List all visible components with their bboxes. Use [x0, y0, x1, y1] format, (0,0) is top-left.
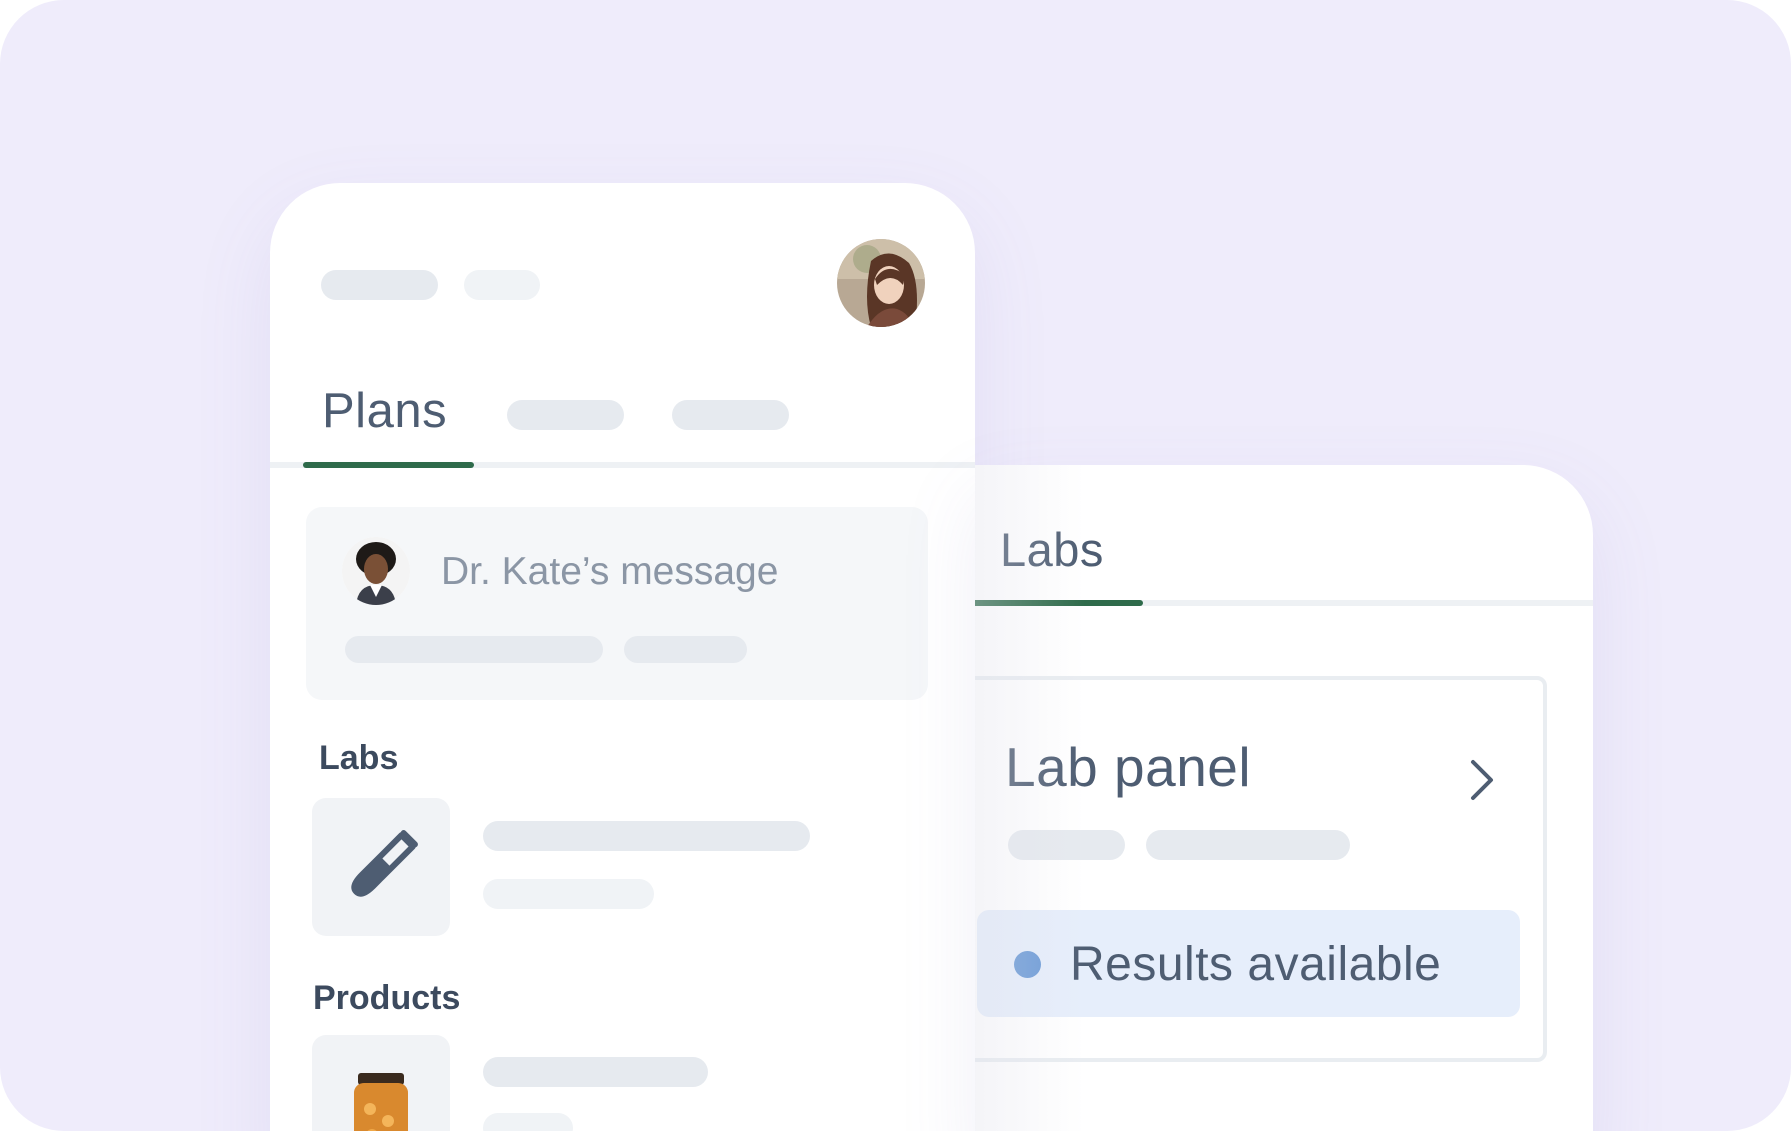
doctor-avatar: [342, 537, 410, 605]
lab-panel-title: Lab panel: [1005, 736, 1252, 798]
product-item-title-placeholder: [483, 1057, 708, 1087]
user-avatar[interactable]: [837, 239, 925, 327]
plans-screen: Plans Dr. Kate’s message Labs Products: [270, 183, 975, 1131]
tab-placeholder[interactable]: [507, 400, 624, 430]
lab-item-tile[interactable]: [312, 798, 450, 936]
message-line-placeholder: [345, 636, 603, 663]
lab-panel-meta-placeholder: [1008, 830, 1125, 860]
test-tube-icon: [351, 830, 418, 897]
user-avatar-photo: [837, 239, 925, 327]
product-item-subtitle-placeholder: [483, 1113, 573, 1131]
results-status-badge: Results available: [977, 910, 1520, 1017]
tab-labs[interactable]: Labs: [1000, 522, 1104, 577]
message-line-placeholder: [624, 636, 747, 663]
supplement-bottle-icon: [354, 1073, 408, 1131]
product-item-tile[interactable]: [312, 1035, 450, 1131]
tab-plans[interactable]: Plans: [322, 383, 447, 439]
lab-panel-meta-placeholder: [1146, 830, 1350, 860]
lab-item-subtitle-placeholder: [483, 879, 654, 909]
lab-panel-card[interactable]: Lab panel Results available: [975, 676, 1547, 1062]
app-canvas: Plans Dr. Kate’s message Labs Products L…: [0, 0, 1791, 1131]
chevron-right-icon[interactable]: [1467, 758, 1497, 802]
status-dot-icon: [1014, 951, 1041, 978]
doctor-avatar-photo: [342, 537, 410, 605]
message-title: Dr. Kate’s message: [441, 550, 779, 593]
lab-item-title-placeholder: [483, 821, 810, 851]
labs-screen: Labs Lab panel Results available: [975, 465, 1593, 1131]
results-status-text: Results available: [1070, 938, 1442, 991]
products-section-label: Products: [313, 979, 461, 1017]
labs-section-label: Labs: [319, 739, 399, 777]
header-placeholder: [321, 270, 438, 300]
active-tab-indicator: [303, 462, 474, 468]
tab-placeholder[interactable]: [672, 400, 789, 430]
doctor-message-card[interactable]: Dr. Kate’s message: [306, 507, 928, 700]
active-tab-indicator: [975, 600, 1143, 606]
header-placeholder: [464, 270, 540, 300]
